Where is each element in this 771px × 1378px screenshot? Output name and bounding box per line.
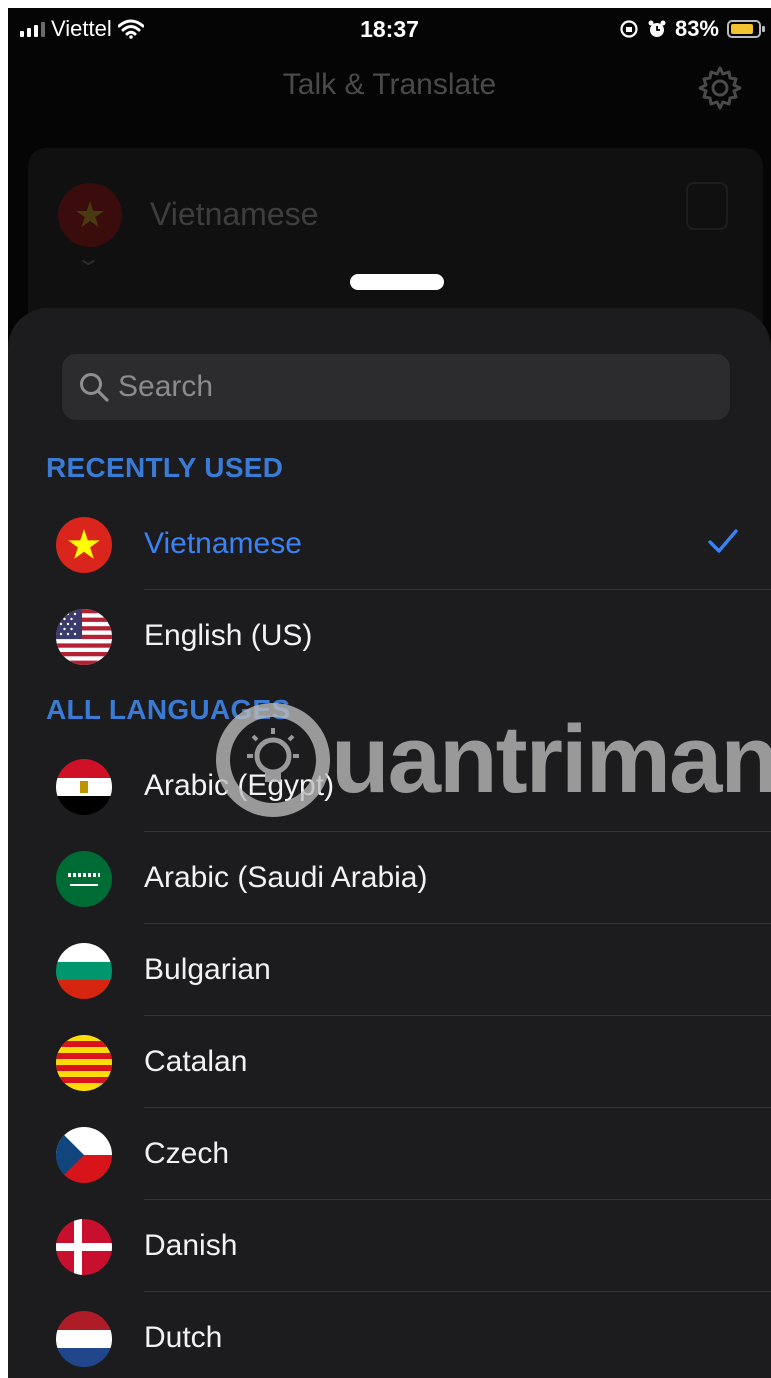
language-label: Dutch xyxy=(144,1321,223,1354)
bulgaria-flag-icon xyxy=(56,943,112,999)
denmark-flag-icon xyxy=(56,1219,112,1275)
language-row-dutch[interactable]: Dutch xyxy=(8,1292,771,1378)
source-language-label: Vietnamese xyxy=(150,196,319,232)
language-row-czech[interactable]: Czech xyxy=(8,1108,771,1200)
netherlands-flag-icon xyxy=(56,1311,112,1367)
watermark-logo: uantrimang xyxy=(213,700,771,820)
alarm-icon xyxy=(648,20,666,37)
language-label: English (US) xyxy=(144,619,313,652)
language-row-bulgarian[interactable]: Bulgarian xyxy=(8,924,771,1016)
vietnam-flag-icon: ★ xyxy=(58,183,122,247)
saudi-arabia-flag-icon xyxy=(56,851,112,907)
phone-screen: Viettel 18:37 83% Talk & Translate ★ Vie… xyxy=(8,8,771,1378)
egypt-flag-icon xyxy=(56,759,112,815)
language-row-english-us[interactable]: English (US) xyxy=(8,590,771,682)
sheet-drag-handle[interactable] xyxy=(350,274,444,290)
battery-icon xyxy=(727,20,765,38)
vietnam-flag-icon xyxy=(56,517,112,573)
language-picker-sheet: RECENTLY USED Vietnamese xyxy=(8,308,771,1378)
lightbulb-logo-icon xyxy=(216,703,330,817)
watermark-text: uantrimang xyxy=(331,706,771,813)
battery-percent: 83% xyxy=(674,16,719,41)
section-header-recent: RECENTLY USED xyxy=(46,452,284,483)
czech-flag-icon xyxy=(56,1127,112,1183)
language-label: Catalan xyxy=(144,1045,248,1078)
chevron-down-icon: ⌄ xyxy=(74,248,102,270)
language-row-vietnamese[interactable]: Vietnamese xyxy=(8,498,771,590)
language-row-catalan[interactable]: Catalan xyxy=(8,1016,771,1108)
settings-gear-icon[interactable] xyxy=(696,64,744,112)
rotation-lock-icon xyxy=(620,20,638,38)
search-bar[interactable] xyxy=(62,354,730,420)
checkmark-icon xyxy=(708,529,738,553)
search-input[interactable] xyxy=(118,354,698,420)
language-row-arabic-saudi-arabia[interactable]: Arabic (Saudi Arabia) xyxy=(8,832,771,924)
language-label: Czech xyxy=(144,1137,230,1170)
language-row-danish[interactable]: Danish xyxy=(8,1200,771,1292)
document-icon xyxy=(686,182,728,230)
us-flag-icon xyxy=(56,609,112,665)
search-icon xyxy=(80,373,109,402)
language-label: Arabic (Saudi Arabia) xyxy=(144,861,428,894)
status-right: 83% xyxy=(619,16,765,42)
language-label: Bulgarian xyxy=(144,953,271,986)
language-label: Danish xyxy=(144,1229,238,1262)
language-label: Vietnamese xyxy=(144,527,302,560)
catalonia-flag-icon xyxy=(56,1035,112,1091)
status-bar: Viettel 18:37 83% xyxy=(8,8,771,50)
app-title: Talk & Translate xyxy=(282,68,497,101)
